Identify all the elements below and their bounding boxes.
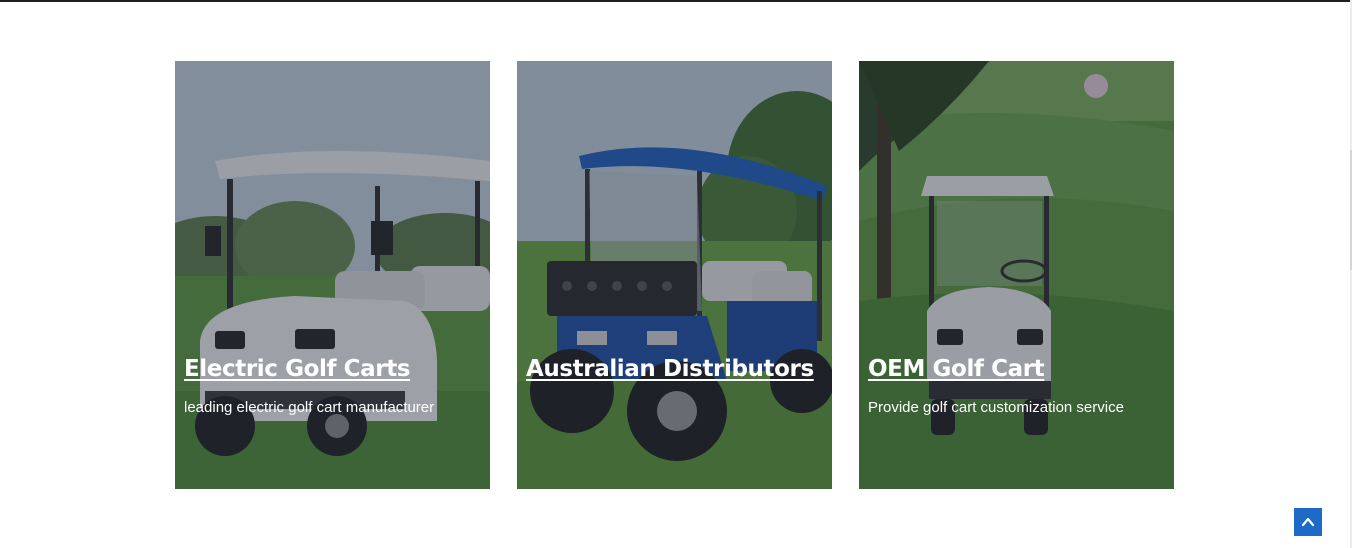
card-title[interactable]: OEM Golf Cart <box>868 356 1045 382</box>
card-electric-golf-carts[interactable]: Electric Golf Carts leading electric gol… <box>175 61 490 489</box>
card-title[interactable]: Australian Distributors <box>526 356 814 382</box>
back-to-top-button[interactable] <box>1294 508 1322 536</box>
image-overlay <box>517 61 832 489</box>
image-overlay <box>175 61 490 489</box>
card-description: leading electric golf cart manufacturer <box>184 399 435 416</box>
card-oem-golf-cart[interactable]: OEM Golf Cart Provide golf cart customiz… <box>859 61 1174 489</box>
header-divider <box>0 0 1350 2</box>
card-australian-distributors[interactable]: Australian Distributors <box>517 61 832 489</box>
image-overlay <box>859 61 1174 489</box>
chevron-up-icon <box>1301 517 1315 527</box>
card-title[interactable]: Electric Golf Carts <box>184 356 411 382</box>
card-description: Provide golf cart customization service <box>868 399 1124 416</box>
